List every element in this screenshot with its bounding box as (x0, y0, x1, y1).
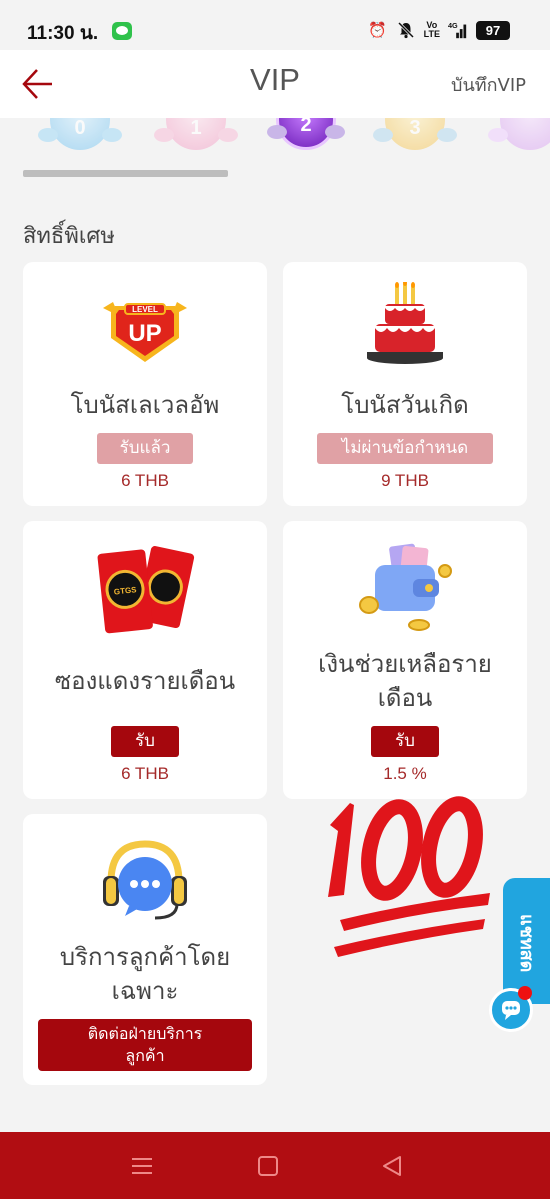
line-app-icon (112, 22, 132, 40)
birthday-cake-icon (367, 282, 443, 364)
claimed-status-button[interactable]: รับแล้ว (97, 433, 193, 464)
home-square-icon (258, 1156, 278, 1176)
claim-button[interactable]: รับ (371, 726, 439, 757)
system-nav-bar (0, 1132, 550, 1199)
alarm-icon: ⏰ (368, 21, 387, 39)
levelup-bonus-card[interactable]: LEVEL UP โบนัสเลเวลอัพ รับแล้ว 6 THB (23, 262, 267, 506)
card-title: โบนัสเลเวลอัพ (70, 391, 220, 419)
card-value: 9 THB (381, 471, 429, 490)
monthly-red-envelope-card[interactable]: GTGS ซองแดงรายเดือน รับ 6 THB (23, 521, 267, 799)
card-value: 6 THB (121, 471, 169, 490)
back-triangle-icon (383, 1156, 401, 1176)
network-type-text: 4G (448, 21, 458, 30)
card-value: 1.5 % (383, 764, 427, 783)
notification-dot (518, 986, 532, 1000)
card-title-line1: บริการลูกค้าโดย (59, 943, 231, 971)
vip-level-number: 3 (409, 118, 421, 139)
arrow-left-icon (22, 69, 52, 99)
mute-bell-icon (396, 20, 416, 40)
vip-level-number: 1 (190, 118, 202, 139)
app-header: VIP บันทึกVIP (0, 50, 550, 118)
card-title-line1: เงินช่วยเหลือราย (318, 650, 492, 678)
vip-level-badge-2[interactable]: 2 (267, 118, 345, 150)
headset-chat-icon (103, 840, 187, 920)
vip-level-number: 2 (300, 118, 312, 136)
status-bar: 11:30 น. ⏰ Vo LTE 4G 97 (0, 0, 550, 50)
red-envelope-icon: GTGS (97, 546, 195, 634)
not-eligible-status-button[interactable]: ไม่ผ่านข้อกำหนด (317, 433, 493, 464)
signal-icon: 4G (448, 20, 468, 40)
volte-icon: Vo LTE (423, 20, 440, 39)
vip-level-badge-1[interactable]: 1 (154, 118, 238, 150)
wallet-icon (359, 543, 452, 631)
card-title: โบนัสวันเกิด (341, 391, 469, 419)
chat-bubble-icon (502, 1001, 520, 1020)
monthly-assistance-card[interactable]: เงินช่วยเหลือราย เดือน รับ 1.5 % (283, 521, 527, 799)
vip-level-badge-3[interactable]: 3 (373, 118, 457, 150)
card-title-line2: เดือน (377, 684, 433, 712)
card-title: ซองแดงรายเดือน (54, 667, 236, 695)
vip-level-number: 0 (74, 118, 86, 139)
contact-customer-service-button[interactable]: ติดต่อฝ่ายบริการลูกค้า (38, 1019, 252, 1071)
status-time: 11:30 น. (27, 23, 99, 44)
section-title: สิทธิ์พิเศษ (23, 224, 115, 249)
back-button[interactable] (20, 64, 56, 104)
card-value: 6 THB (121, 764, 169, 783)
customer-service-card[interactable]: บริการลูกค้าโดย เฉพาะ ติดต่อฝ่ายบริการลู… (23, 814, 267, 1085)
status-icons: ⏰ Vo LTE 4G 97 (368, 20, 510, 40)
battery-indicator: 97 (476, 20, 510, 40)
vip-level-carousel[interactable]: 0 1 2 3 (0, 118, 550, 158)
live-chat-side-tab[interactable]: แชทสด (503, 878, 550, 1004)
live-chat-label: แชทสด (516, 913, 537, 973)
vip-level-badge-0[interactable]: 0 (38, 118, 122, 150)
vip-level-badge-4[interactable] (488, 118, 550, 150)
claim-button[interactable]: รับ (111, 726, 179, 757)
recent-apps-button[interactable] (128, 1152, 156, 1180)
card-title-line2: เฉพาะ (111, 977, 179, 1005)
level-badge-text: UP (128, 320, 161, 347)
hundred-points-emoji-icon (328, 796, 490, 957)
birthday-bonus-card[interactable]: โบนัสวันเกิด ไม่ผ่านข้อกำหนด 9 THB (283, 262, 527, 506)
level-badge-small-text: LEVEL (132, 305, 158, 314)
level-up-badge-icon: LEVEL UP (103, 302, 187, 362)
vip-record-link[interactable]: บันทึกVIP (451, 70, 526, 99)
carousel-scroll-indicator (23, 170, 228, 177)
home-button[interactable] (254, 1152, 282, 1180)
menu-lines-icon (132, 1158, 152, 1174)
back-nav-button[interactable] (378, 1152, 406, 1180)
